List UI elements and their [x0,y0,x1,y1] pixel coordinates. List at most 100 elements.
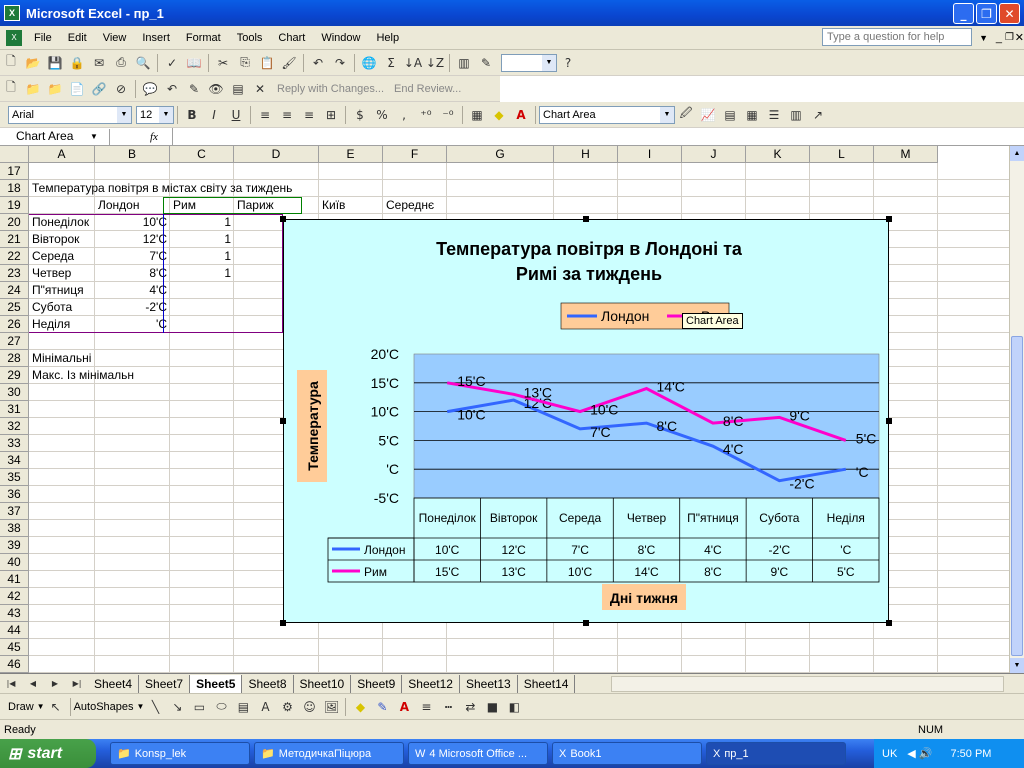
column-header[interactable]: M [874,146,938,163]
help-search-input[interactable]: Type a question for help [822,28,972,46]
sheet-tab[interactable]: Sheet12 [402,674,460,693]
last-sheet-icon[interactable]: ▶| [68,675,86,693]
row-header[interactable]: 32 [0,418,29,435]
column-header[interactable]: J [682,146,746,163]
workbook-icon[interactable]: X [6,29,22,46]
language-indicator[interactable]: UK [882,748,897,760]
font-size-combo[interactable]: 12 ▼ [136,105,174,124]
row-header[interactable]: 24 [0,282,29,299]
task-konsp-lek[interactable]: 📁 Konsp_lek [110,742,250,765]
sort-asc-icon[interactable]: ↓A [404,54,422,72]
markup-icon[interactable]: ▤ [229,80,247,98]
next-sheet-icon[interactable]: ▶ [46,675,64,693]
resize-handle[interactable] [583,216,589,222]
prev-sheet-icon[interactable]: ◀ [24,675,42,693]
row-header[interactable]: 36 [0,486,29,503]
chart-wizard-icon[interactable]: ▥ [455,54,473,72]
line-style-icon[interactable]: ≡ [417,698,435,716]
row-header[interactable]: 45 [0,639,29,656]
column-header[interactable]: C [170,146,234,163]
review-icon-2[interactable]: 📁 [24,80,42,98]
draw-fill-color-icon[interactable]: ◆ [351,698,369,716]
autoshapes-dropdown-icon[interactable]: ▼ [137,702,145,711]
header-cell[interactable]: Лондон [96,197,169,214]
research-icon[interactable]: 📖 [185,54,203,72]
resize-handle[interactable] [886,216,892,222]
new-icon[interactable]: 🗋 [2,54,20,72]
dash-style-icon[interactable]: ┅ [439,698,457,716]
minimize-button[interactable]: _ [953,3,974,24]
chart-objects-combo[interactable]: Chart Area ▼ [539,105,675,124]
menu-view[interactable]: View [95,32,135,44]
sheet-tab[interactable]: Sheet7 [139,674,191,693]
drawing-icon[interactable]: ✎ [477,54,495,72]
format-painter-icon[interactable]: 🖌 [280,54,298,72]
review-icon-1[interactable]: 🗋 [2,80,20,98]
by-row-icon[interactable]: ☰ [765,106,783,124]
doc-close-icon[interactable]: ✕ [1015,31,1024,44]
draw-menu[interactable]: Draw [8,701,34,713]
fx-icon[interactable]: fx [150,131,158,143]
copy-icon[interactable]: ⎘ [236,54,254,72]
row-header[interactable]: 37 [0,503,29,520]
menu-insert[interactable]: Insert [134,32,178,44]
comment-icon[interactable]: 💬 [141,80,159,98]
scroll-thumb[interactable] [1011,336,1023,656]
row-header[interactable]: 18 [0,180,29,197]
autoshapes-menu[interactable]: AutoShapes [74,701,134,713]
help-dropdown-icon[interactable]: ▼ [979,33,988,43]
fill-color-icon[interactable]: ◆ [490,106,508,124]
row-header[interactable]: 17 [0,163,29,180]
label-cell[interactable]: Макс. Із мінімальн [30,367,170,384]
permission-icon[interactable]: 🔒 [68,54,86,72]
header-cell[interactable]: Середнє [384,197,446,214]
track-icon[interactable]: ✎ [185,80,203,98]
diagram-icon[interactable]: ⚙ [278,698,296,716]
sheet-tab[interactable]: Sheet4 [88,674,140,693]
end-review-button[interactable]: End Review... [394,83,461,95]
italic-icon[interactable]: I [205,106,223,124]
task-ms-office[interactable]: W4 Microsoft Office ... [408,742,548,765]
column-header[interactable]: G [447,146,554,163]
resize-handle[interactable] [280,216,286,222]
textbox-icon[interactable]: ▤ [234,698,252,716]
menu-file[interactable]: File [26,32,60,44]
show-icon[interactable]: 👁 [207,80,225,98]
sheet-tab[interactable]: Sheet8 [242,674,294,693]
row-header[interactable]: 33 [0,435,29,452]
by-column-icon[interactable]: ▥ [787,106,805,124]
row-header[interactable]: 39 [0,537,29,554]
select-objects-icon[interactable]: ↖ [47,698,65,716]
resize-handle[interactable] [280,418,286,424]
draw-dropdown-icon[interactable]: ▼ [37,702,45,711]
merge-center-icon[interactable]: ⊞ [322,106,340,124]
print-preview-icon[interactable]: 🔍 [134,54,152,72]
legend-icon[interactable]: ▤ [721,106,739,124]
sheet-tab[interactable]: Sheet5 [190,674,243,693]
column-header[interactable]: K [746,146,810,163]
draw-font-color-icon[interactable]: A [395,698,413,716]
align-center-icon[interactable]: ≡ [278,106,296,124]
review-icon-4[interactable]: 📄 [68,80,86,98]
clipart-icon[interactable]: ☺ [300,698,318,716]
align-right-icon[interactable]: ≡ [300,106,318,124]
align-left-icon[interactable]: ≡ [256,106,274,124]
line-color-icon[interactable]: ✎ [373,698,391,716]
print-icon[interactable]: ⎙ [112,54,130,72]
line-icon[interactable]: ╲ [146,698,164,716]
resize-handle[interactable] [280,620,286,626]
column-header[interactable]: D [234,146,319,163]
font-color-icon[interactable]: A [512,106,530,124]
cut-icon[interactable]: ✂ [214,54,232,72]
sort-desc-icon[interactable]: ↓Z [426,54,444,72]
task-pr1[interactable]: Xпр_1 [706,742,846,765]
angle-text-icon[interactable]: ↗ [809,106,827,124]
doc-minimize-icon[interactable]: _ [996,32,1002,44]
open-icon[interactable]: 📂 [24,54,42,72]
menu-window[interactable]: Window [313,32,368,44]
row-header[interactable]: 28 [0,350,29,367]
row-header[interactable]: 35 [0,469,29,486]
reply-with-changes-button[interactable]: Reply with Changes... [277,83,384,95]
column-header[interactable]: L [810,146,874,163]
decrease-decimal-icon[interactable]: ⁻⁰ [439,106,457,124]
